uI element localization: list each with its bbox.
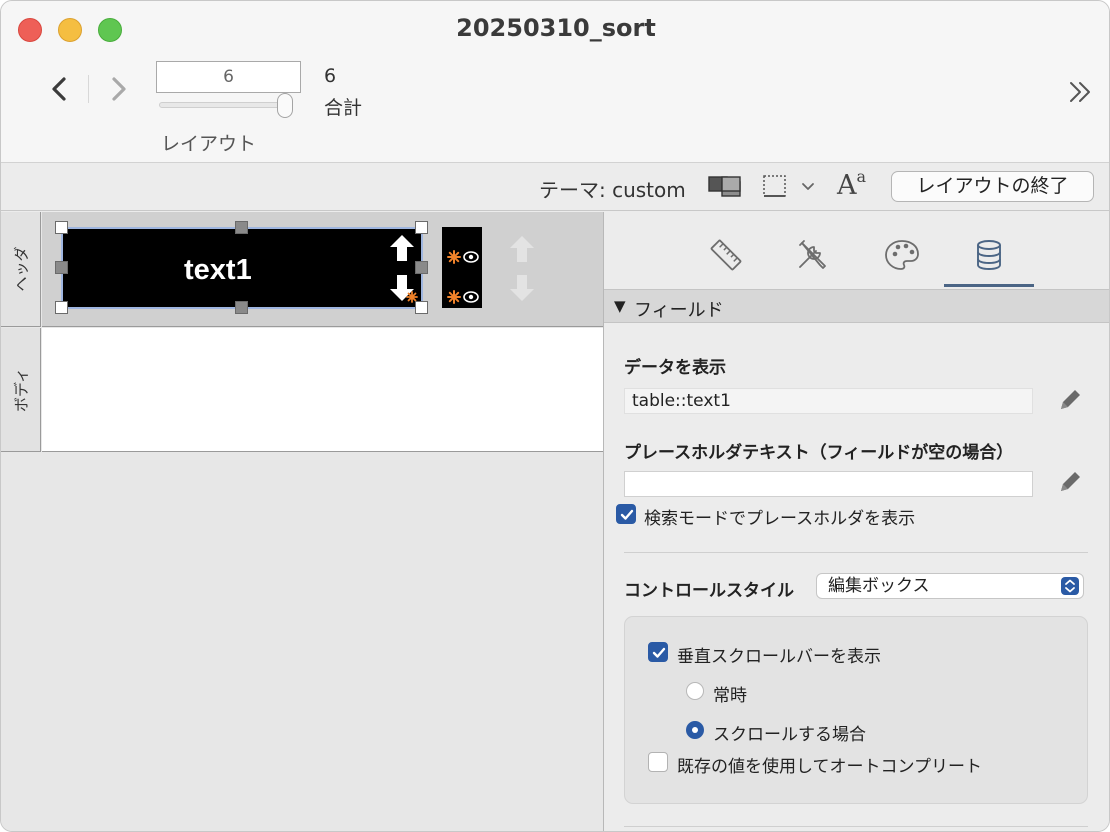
divider (624, 552, 1088, 553)
tab-appearance[interactable] (857, 224, 947, 286)
previous-record-button[interactable] (45, 71, 75, 107)
disclosure-triangle-icon: ▼ (614, 297, 626, 315)
arrow-down-icon[interactable] (507, 273, 537, 303)
layout-mode-label: レイアウト (161, 133, 257, 155)
autocomplete-checkbox[interactable] (648, 752, 668, 772)
autocomplete-label: 既存の値を使用してオートコンプリート (677, 757, 982, 777)
placeholder-label: プレースホルダテキスト（フィールドが空の場合） (624, 443, 1014, 463)
radio-always-label: 常時 (713, 686, 747, 706)
control-style-label: コントロールスタイル (624, 581, 794, 601)
badge-row (445, 287, 481, 307)
record-slider[interactable] (159, 102, 289, 108)
part-tab-header[interactable]: ヘッダ (1, 212, 41, 327)
show-placeholder-label: 検索モードでプレースホルダを表示 (644, 509, 916, 529)
field-label: text1 (184, 254, 252, 286)
chevron-left-icon (52, 77, 66, 101)
tab-position[interactable] (681, 224, 771, 286)
divider (624, 826, 1088, 827)
badge-row (445, 247, 481, 267)
record-total-label: 合計 (324, 97, 363, 119)
database-icon (977, 240, 1001, 270)
record-count: 6 (324, 65, 337, 87)
record-number-input[interactable]: 6 (156, 61, 301, 93)
resize-handle[interactable] (55, 221, 68, 234)
palette-icon (885, 240, 919, 270)
resize-handle[interactable] (415, 261, 428, 274)
chevron-right-icon (112, 77, 126, 101)
radio-always[interactable] (686, 682, 704, 700)
arrow-up-icon[interactable] (507, 234, 537, 264)
double-chevron-right-icon (1070, 82, 1090, 102)
font-icon[interactable]: Aa (837, 167, 866, 201)
next-record-button[interactable] (103, 71, 133, 107)
display-data-label: データを表示 (624, 358, 726, 378)
ruler-icon (710, 239, 742, 271)
chevron-down-icon[interactable] (799, 177, 817, 195)
placeholder-field[interactable] (624, 471, 1033, 497)
resize-handle[interactable] (235, 221, 248, 234)
tab-styles[interactable] (767, 224, 857, 286)
toolbar-overflow-button[interactable] (1065, 77, 1097, 107)
arrow-up-icon[interactable] (387, 233, 417, 263)
radio-when-scrolling-label: スクロールする場合 (713, 725, 866, 745)
resize-handle[interactable] (55, 301, 68, 314)
display-data-field[interactable]: table::text1 (624, 388, 1033, 414)
app-window: 20250310_sort 6 レイアウト 6 合計 テーマ: custom A… (0, 0, 1110, 832)
part-tab-body[interactable]: ボディ (1, 328, 41, 452)
record-slider-thumb[interactable] (277, 93, 293, 118)
vertical-scrollbar-checkbox[interactable] (648, 642, 668, 662)
show-placeholder-checkbox[interactable] (616, 504, 636, 524)
select-group-icon[interactable] (761, 173, 789, 199)
exit-layout-button[interactable]: レイアウトの終了 (891, 171, 1094, 202)
popup-arrows-icon (1061, 577, 1079, 595)
asterisk-badge-icon (406, 288, 418, 303)
vertical-scrollbar-label: 垂直スクロールバーを表示 (677, 647, 881, 667)
resize-handle[interactable] (415, 301, 428, 314)
section-header-field[interactable]: ▼ フィールド (604, 289, 1109, 323)
pencil-icon[interactable] (1056, 386, 1084, 414)
nav-divider (88, 75, 89, 103)
active-tab-indicator (944, 284, 1034, 287)
tools-icon (799, 240, 826, 269)
theme-label: テーマ: custom (539, 178, 686, 202)
radio-when-scrolling[interactable] (686, 721, 704, 739)
resize-handle[interactable] (55, 261, 68, 274)
resize-handle[interactable] (235, 301, 248, 314)
pencil-icon[interactable] (1056, 468, 1084, 496)
window-title: 20250310_sort (456, 14, 656, 42)
body-part[interactable] (42, 328, 603, 452)
resize-handle[interactable] (415, 221, 428, 234)
control-style-popup[interactable]: 編集ボックス (816, 573, 1084, 599)
arrange-icon[interactable] (707, 173, 745, 199)
tab-data[interactable] (944, 224, 1034, 286)
